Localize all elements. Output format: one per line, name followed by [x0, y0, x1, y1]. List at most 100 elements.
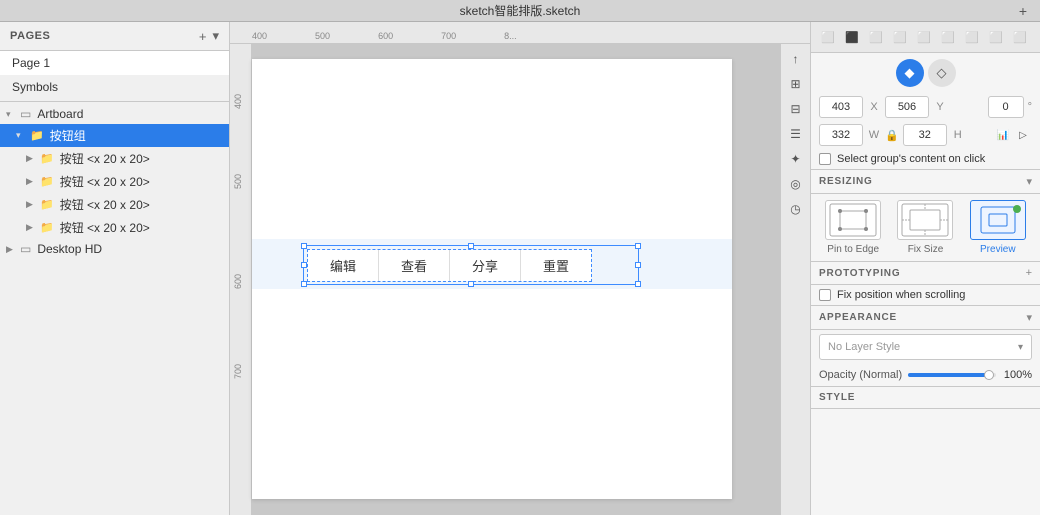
- artboard-canvas: 编辑 查看 分享 重置: [252, 59, 732, 499]
- resize-card-preview[interactable]: Preview: [970, 200, 1026, 255]
- sidebar-divider: [0, 101, 229, 102]
- distribute-v-btn[interactable]: ⬜: [985, 26, 1007, 48]
- btn1-icon: 📁: [40, 152, 54, 165]
- canvas-area: 400 500 600 700 8... 400 500 600 700: [230, 22, 810, 515]
- right-panel: ⬜ ⬛ ⬜ ⬜ ⬜ ⬜ ⬜ ⬜ ⬜ ◆ ◇ X Y: [810, 22, 1040, 515]
- resizing-title: RESIZING: [819, 176, 873, 187]
- chart-btn[interactable]: 📊: [994, 126, 1012, 144]
- canvas-icon-align[interactable]: ☰: [785, 123, 807, 145]
- ruler-left: 400 500 600 700: [230, 44, 252, 515]
- angle-input[interactable]: [988, 96, 1024, 118]
- layer-artboard[interactable]: ▾ ▭ Artboard: [0, 104, 229, 124]
- align-mid-btn[interactable]: ⬜: [937, 26, 959, 48]
- fix-position-label: Fix position when scrolling: [837, 289, 965, 301]
- layer-style-dropdown[interactable]: No Layer Style ▾: [819, 334, 1032, 360]
- pages-actions: + ▾: [199, 28, 219, 44]
- w-label: W: [867, 129, 881, 141]
- fix-size-box: [897, 200, 953, 240]
- y-label: Y: [933, 101, 947, 113]
- fix-position-checkbox[interactable]: [819, 289, 831, 301]
- canvas-icon-layers[interactable]: ⊞: [785, 73, 807, 95]
- chevron-button-group: ▾: [16, 130, 26, 141]
- left-sidebar: PAGES + ▾ Page 1 Symbols ▾ ▭ Ar: [0, 22, 230, 515]
- main-layout: PAGES + ▾ Page 1 Symbols ▾ ▭ Ar: [0, 22, 1040, 515]
- size-row: W 🔒 H 📊 ▷: [811, 121, 1040, 149]
- tab-border[interactable]: ◇: [928, 59, 956, 87]
- canvas-icon-star[interactable]: ✦: [785, 148, 807, 170]
- style-section-header: STYLE: [811, 386, 1040, 409]
- layer-btn2[interactable]: ▶ 📁 按钮 <x 20 x 20>: [0, 170, 229, 193]
- canvas-icon-arrow[interactable]: ↑: [785, 48, 807, 70]
- titlebar: sketch智能排版.sketch +: [0, 0, 1040, 22]
- x-input[interactable]: [819, 96, 863, 118]
- distribute-h-btn[interactable]: ⬜: [889, 26, 911, 48]
- preview-box: [970, 200, 1026, 240]
- ruler-top: 400 500 600 700 8...: [230, 22, 810, 44]
- resize-card-fix-size[interactable]: Fix Size: [897, 200, 953, 255]
- select-group-checkbox[interactable]: [819, 153, 831, 165]
- h-label: H: [951, 129, 965, 141]
- more-btn[interactable]: ⬜: [1009, 26, 1031, 48]
- btn3-icon: 📁: [40, 198, 54, 211]
- canvas-icon-grid[interactable]: ⊟: [785, 98, 807, 120]
- toggle-pages-button[interactable]: ▾: [212, 28, 219, 44]
- position-row: X Y °: [811, 93, 1040, 121]
- align-left-btn[interactable]: ⬜: [817, 26, 839, 48]
- right-panel-toolbar: ⬜ ⬛ ⬜ ⬜ ⬜ ⬜ ⬜ ⬜ ⬜: [811, 22, 1040, 53]
- layer-button-group[interactable]: ▾ 📁 按钮组: [0, 124, 229, 147]
- layer-btn1[interactable]: ▶ 📁 按钮 <x 20 x 20>: [0, 147, 229, 170]
- pin-to-edge-label: Pin to Edge: [827, 244, 879, 255]
- ruler-mark-700: 700: [441, 31, 456, 41]
- canvas-btn-share[interactable]: 分享: [450, 250, 521, 281]
- preview-green-dot: [1013, 205, 1021, 213]
- layers-panel: ▾ ▭ Artboard ▾ 📁 按钮组 ▶ 📁 按钮 <x 20 x 20> …: [0, 104, 229, 515]
- prototyping-add-icon[interactable]: +: [1026, 267, 1032, 279]
- export-btn[interactable]: ▷: [1014, 126, 1032, 144]
- prototyping-section-header: PROTOTYPING +: [811, 261, 1040, 285]
- opacity-slider[interactable]: [908, 368, 996, 382]
- resize-card-pin-to-edge[interactable]: Pin to Edge: [825, 200, 881, 255]
- style-tabs: ◆ ◇: [811, 53, 1040, 93]
- resizing-collapse-icon[interactable]: ▾: [1026, 175, 1032, 188]
- ruler-mark-500: 500: [315, 31, 330, 41]
- page-item-symbols[interactable]: Symbols: [0, 75, 229, 99]
- add-page-button[interactable]: +: [199, 29, 207, 44]
- canvas-content: 编辑 查看 分享 重置: [252, 44, 810, 515]
- canvas-right-icons: ↑ ⊞ ⊟ ☰ ✦ ◎ ◷: [780, 44, 810, 515]
- canvas-icon-globe[interactable]: ◎: [785, 173, 807, 195]
- tab-fill[interactable]: ◆: [896, 59, 924, 87]
- y-input[interactable]: [885, 96, 929, 118]
- resizing-cards: Pin to Edge Fix Size: [811, 194, 1040, 261]
- canvas-btn-edit[interactable]: 编辑: [308, 250, 379, 281]
- select-group-row: Select group's content on click: [811, 149, 1040, 169]
- align-bottom-btn[interactable]: ⬜: [961, 26, 983, 48]
- pin-to-edge-visual: [828, 202, 878, 238]
- chart-buttons: 📊 ▷: [994, 126, 1032, 144]
- x-label: X: [867, 101, 881, 113]
- align-top-btn[interactable]: ⬜: [913, 26, 935, 48]
- align-center-btn[interactable]: ⬛: [841, 26, 863, 48]
- button-group-icon: 📁: [30, 129, 44, 142]
- canvas-btn-reset[interactable]: 重置: [521, 250, 591, 281]
- opacity-value: 100%: [1002, 369, 1032, 381]
- layer-btn3[interactable]: ▶ 📁 按钮 <x 20 x 20>: [0, 193, 229, 216]
- align-right-btn[interactable]: ⬜: [865, 26, 887, 48]
- align-tools-left: ⬜ ⬛ ⬜ ⬜ ⬜ ⬜ ⬜ ⬜ ⬜: [817, 26, 1031, 48]
- opacity-label: Opacity (Normal): [819, 369, 902, 381]
- canvas-icon-clock[interactable]: ◷: [785, 198, 807, 220]
- width-input[interactable]: [819, 124, 863, 146]
- appearance-title: APPEARANCE: [819, 312, 897, 323]
- ruler-left-700: 700: [233, 364, 243, 379]
- chevron-artboard: ▾: [6, 109, 16, 120]
- pages-list: Page 1 Symbols: [0, 51, 229, 99]
- ruler-left-400: 400: [233, 94, 243, 109]
- appearance-collapse-icon[interactable]: ▾: [1026, 311, 1032, 324]
- add-tab-button[interactable]: +: [1014, 2, 1032, 20]
- height-input[interactable]: [903, 124, 947, 146]
- layer-btn4[interactable]: ▶ 📁 按钮 <x 20 x 20>: [0, 216, 229, 239]
- lock-aspect-icon[interactable]: 🔒: [885, 129, 899, 142]
- style-title: STYLE: [819, 392, 855, 403]
- layer-desktop[interactable]: ▶ ▭ Desktop HD: [0, 239, 229, 259]
- canvas-btn-view[interactable]: 查看: [379, 250, 450, 281]
- page-item-page1[interactable]: Page 1: [0, 51, 229, 75]
